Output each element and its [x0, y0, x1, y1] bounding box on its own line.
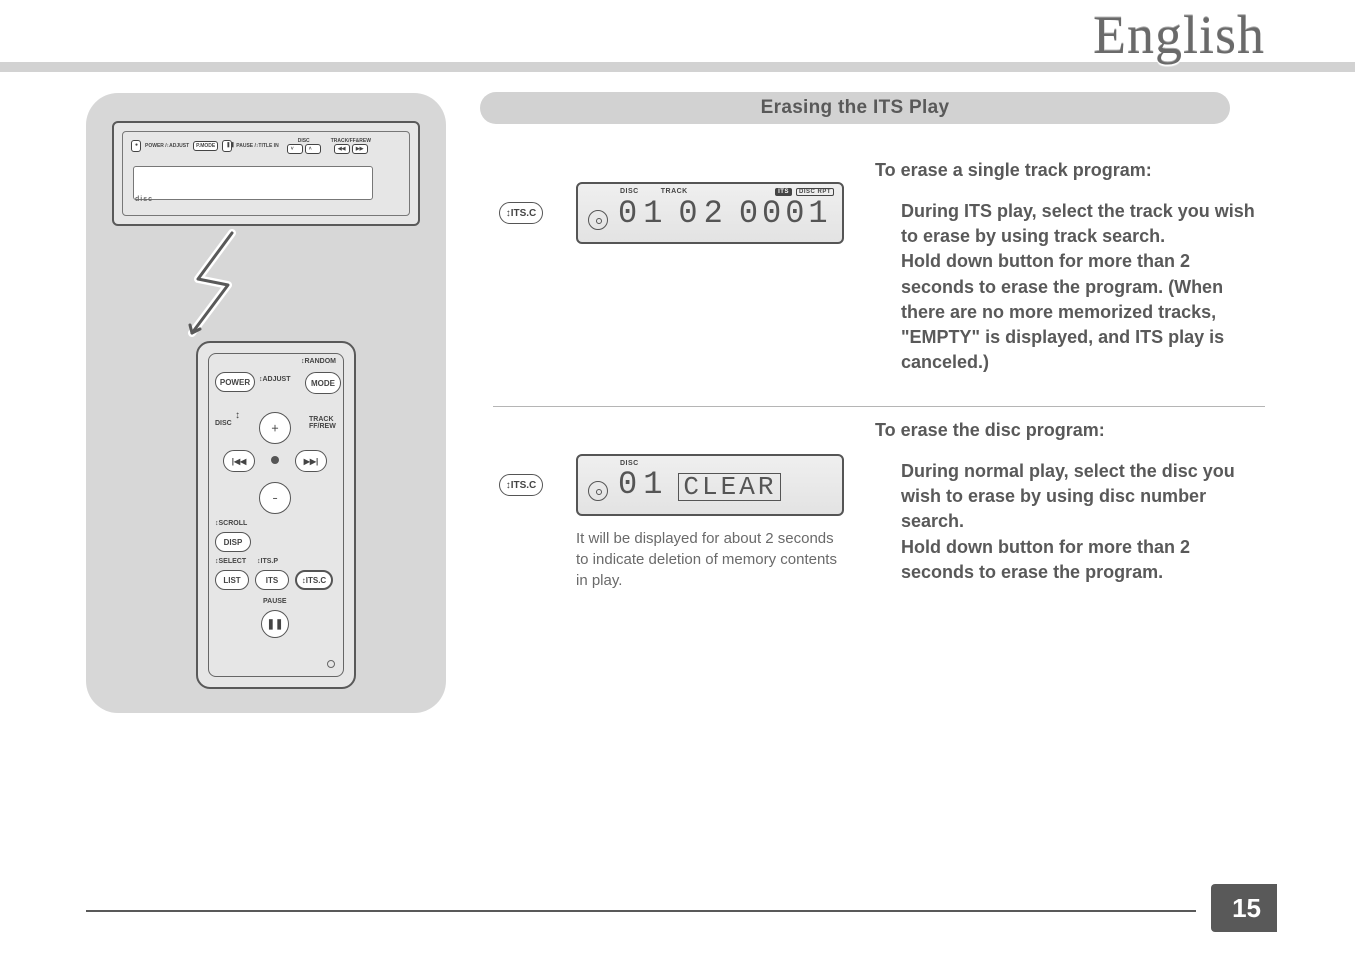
cd-icon: [588, 210, 608, 230]
remote-disp-button: DISP: [215, 532, 251, 552]
lcd2-disc-number: 01: [618, 469, 668, 501]
unit-pause-label: PAUSE /↕TITLE IN: [236, 143, 278, 149]
remote-its-button: ITS: [255, 570, 289, 590]
unit-pause-button: ❚❚: [222, 140, 232, 152]
unit-ff-button: ▶▶: [352, 144, 368, 154]
beam-icon: [188, 229, 250, 339]
unit-power-button: ●: [131, 140, 141, 152]
block1-body: During ITS play, select the track you wi…: [901, 199, 1265, 375]
remote-center-dot: [271, 456, 279, 464]
lcd2-value: CLEAR: [678, 473, 781, 501]
unit-disc-up-button: ˄: [305, 144, 321, 154]
footer-line: [86, 910, 1196, 912]
itsc-button-callout-2: ↕ITS.C: [499, 474, 543, 496]
remote-plus-button: ＋: [259, 412, 291, 444]
remote-prev-button: |◀◀: [223, 450, 255, 472]
lcd1-disc-number: 01: [618, 198, 668, 230]
head-unit: ● POWER /↕ADJUST P.MODE ❚❚ PAUSE /↕TITLE…: [112, 121, 420, 226]
remote-next-button: ▶▶|: [295, 450, 327, 472]
remote-itsc-button: ↕ITS.C: [295, 570, 333, 590]
instruction-block-2: To erase the disc program: During normal…: [875, 420, 1265, 585]
remote-pause-button: ❚❚: [261, 610, 289, 638]
remote-track-label: TRACK FF/REW: [309, 416, 343, 430]
unit-pmode-button: P.MODE: [193, 141, 218, 151]
block2-heading: To erase the disc program:: [875, 420, 1265, 441]
remote-minus-button: −: [259, 482, 291, 514]
unit-display: [133, 166, 373, 200]
lcd-display-2: DISC 01 CLEAR: [576, 454, 844, 516]
unit-cd-logo: disc: [135, 196, 153, 203]
remote-itsp-label: ↕ITS.P: [257, 558, 278, 565]
unit-disc-down-button: ˅: [287, 144, 303, 154]
remote-select-label: ↕SELECT: [215, 558, 246, 565]
block2-body: During normal play, select the disc you …: [901, 459, 1265, 585]
page-number: 15: [1211, 884, 1277, 932]
divider-line: [493, 406, 1265, 407]
page-language: English: [1093, 4, 1265, 66]
itsc-button-callout-1: ↕ITS.C: [499, 202, 543, 224]
section-title: Erasing the ITS Play: [480, 92, 1230, 124]
remote-power-button: POWER: [215, 372, 255, 392]
instruction-block-1: To erase a single track program: During …: [875, 160, 1265, 375]
remote-scroll-label: ↕SCROLL: [215, 520, 247, 527]
remote-control: POWER ↕ADJUST ↕RANDOM MODE DISC ↕ TRACK …: [196, 341, 356, 689]
unit-rew-button: ◀◀: [334, 144, 350, 154]
device-illustration-panel: ● POWER /↕ADJUST P.MODE ❚❚ PAUSE /↕TITLE…: [86, 93, 446, 713]
lcd1-value: 0001: [739, 198, 832, 230]
remote-random-label: ↕RANDOM: [301, 358, 336, 365]
remote-adjust-label: ↕ADJUST: [259, 376, 291, 383]
lcd2-caption: It will be displayed for about 2 seconds…: [576, 528, 846, 591]
remote-indent-dot: [327, 660, 335, 668]
remote-updown-icon: ↕: [235, 410, 240, 421]
lcd1-track-number: 02: [678, 198, 728, 230]
remote-list-button: LIST: [215, 570, 249, 590]
remote-disc-label: DISC: [215, 420, 232, 427]
cd-icon: [588, 481, 608, 501]
remote-pause-label: PAUSE: [263, 598, 287, 605]
lcd-display-1: DISC TRACK ITS DISC RPT 01 02 0001: [576, 182, 844, 244]
remote-mode-button: MODE: [305, 372, 341, 394]
unit-power-label: POWER /↕ADJUST: [145, 143, 189, 149]
block1-heading: To erase a single track program:: [875, 160, 1265, 181]
